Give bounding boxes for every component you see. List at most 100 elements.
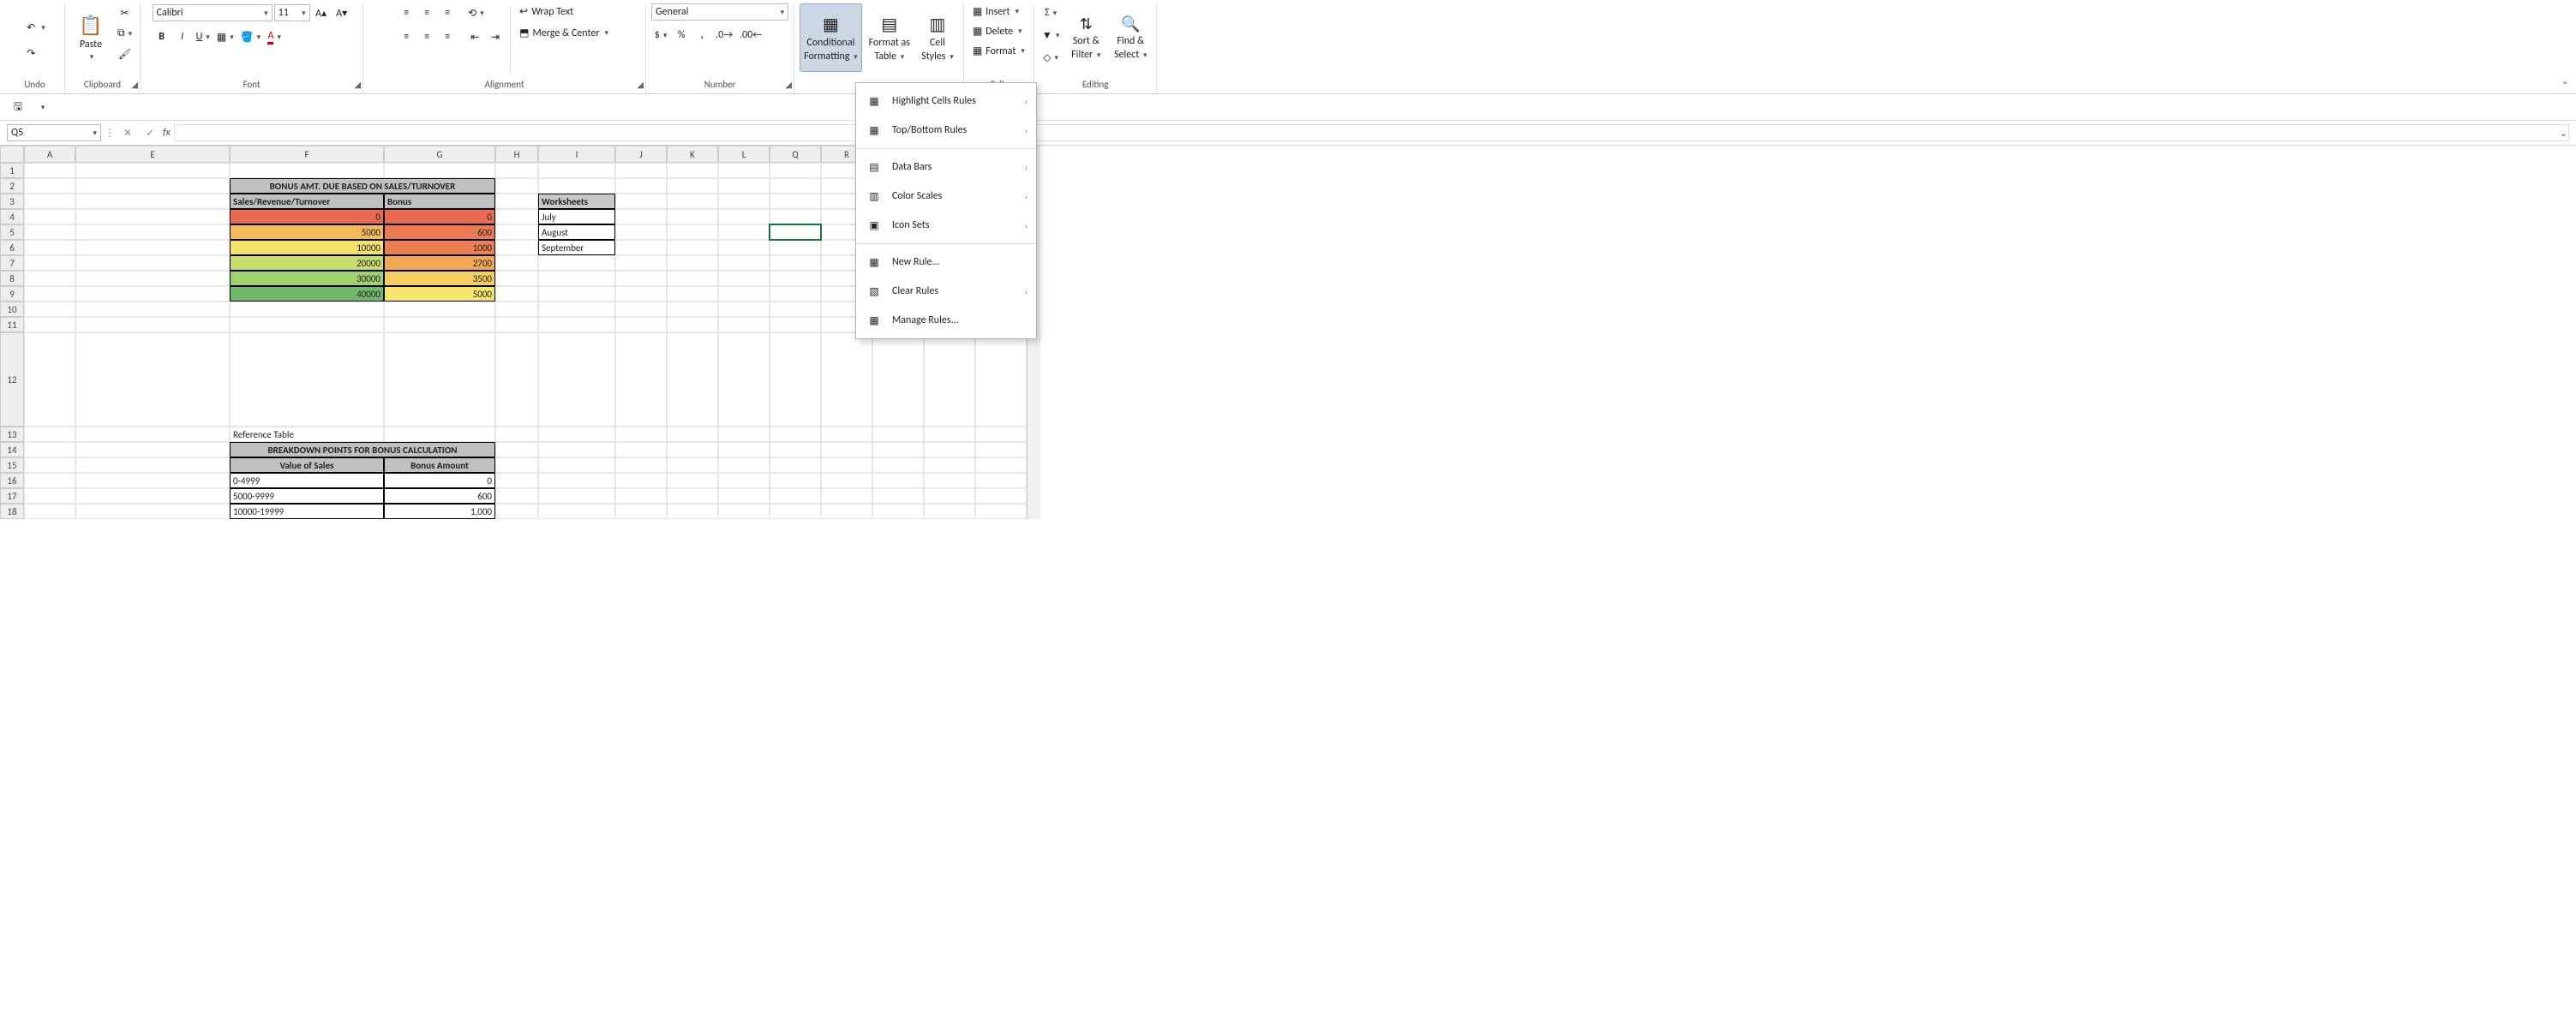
cell[interactable]: [75, 332, 230, 427]
number-format-select[interactable]: General▾: [651, 3, 788, 21]
increase-indent-button[interactable]: ⇥: [486, 27, 505, 46]
cell[interactable]: [615, 271, 667, 286]
cell[interactable]: [667, 473, 718, 488]
increase-decimal-button[interactable]: .0→: [713, 26, 735, 45]
cell[interactable]: [75, 286, 230, 302]
cell[interactable]: [24, 317, 75, 332]
cell[interactable]: [230, 302, 384, 317]
cell[interactable]: [770, 504, 821, 519]
row-header[interactable]: 7: [0, 255, 24, 271]
cell[interactable]: [770, 302, 821, 317]
cell-styles-button[interactable]: ▥ Cell Styles ▾: [917, 3, 958, 72]
cell[interactable]: [667, 178, 718, 194]
enter-formula-button[interactable]: ✓: [141, 123, 159, 142]
cell[interactable]: [384, 302, 495, 317]
cell[interactable]: [538, 427, 615, 442]
row-header[interactable]: 14: [0, 442, 24, 457]
cell[interactable]: 5000: [384, 286, 495, 302]
cell[interactable]: 0: [230, 209, 384, 224]
cell[interactable]: [718, 194, 770, 209]
cell[interactable]: [75, 488, 230, 504]
cell[interactable]: 5000-9999: [230, 488, 384, 504]
cell[interactable]: [75, 240, 230, 255]
qat-customize-button[interactable]: ▾: [33, 98, 51, 116]
cell[interactable]: [24, 209, 75, 224]
cell[interactable]: [924, 427, 975, 442]
cell[interactable]: [667, 488, 718, 504]
cell[interactable]: Bonus Amount: [384, 457, 495, 473]
cell[interactable]: [615, 163, 667, 178]
row-header[interactable]: 17: [0, 488, 24, 504]
cell[interactable]: [75, 317, 230, 332]
cell[interactable]: [538, 286, 615, 302]
fx-icon[interactable]: fx: [163, 127, 171, 139]
cell[interactable]: [24, 442, 75, 457]
select-all-corner[interactable]: [0, 146, 24, 163]
cell[interactable]: [495, 163, 538, 178]
cell[interactable]: [821, 427, 872, 442]
cell[interactable]: [75, 302, 230, 317]
format-painter-button[interactable]: 🖌: [115, 45, 135, 63]
cell[interactable]: [821, 332, 872, 427]
cell[interactable]: [75, 504, 230, 519]
align-center-button[interactable]: ≡: [417, 27, 436, 46]
cell[interactable]: [538, 488, 615, 504]
cell[interactable]: [975, 427, 1027, 442]
cell[interactable]: [538, 473, 615, 488]
cell[interactable]: [615, 194, 667, 209]
name-box[interactable]: Q5▾: [7, 124, 101, 141]
row-header[interactable]: 10: [0, 302, 24, 317]
cell[interactable]: [75, 255, 230, 271]
cell[interactable]: [770, 332, 821, 427]
cell[interactable]: BONUS AMT. DUE BASED ON SALES/TURNOVER: [230, 178, 495, 194]
insert-button[interactable]: ▦Insert▾: [969, 3, 1022, 20]
cell[interactable]: [538, 442, 615, 457]
autosum-button[interactable]: Σ▾: [1039, 3, 1062, 22]
cell[interactable]: [615, 442, 667, 457]
cell[interactable]: [718, 178, 770, 194]
cell[interactable]: [615, 240, 667, 255]
save-button[interactable]: 🖫: [9, 98, 27, 116]
cell[interactable]: [770, 286, 821, 302]
cell[interactable]: [718, 332, 770, 427]
cell[interactable]: [924, 332, 975, 427]
cell[interactable]: [615, 488, 667, 504]
cell[interactable]: [24, 332, 75, 427]
cell[interactable]: [821, 504, 872, 519]
cell[interactable]: [615, 504, 667, 519]
cell[interactable]: [495, 240, 538, 255]
cell[interactable]: [667, 442, 718, 457]
column-header[interactable]: F: [230, 146, 384, 163]
font-color-button[interactable]: A▾: [265, 27, 284, 46]
cf-color-scales[interactable]: ▥Color Scales›: [856, 182, 1036, 211]
cell[interactable]: [872, 473, 924, 488]
alignment-dialog-launcher[interactable]: ◢: [637, 79, 644, 90]
formula-input[interactable]: [174, 124, 2569, 141]
cell[interactable]: [872, 488, 924, 504]
column-header[interactable]: J: [615, 146, 667, 163]
row-header[interactable]: 18: [0, 504, 24, 519]
cell[interactable]: [75, 271, 230, 286]
cell[interactable]: [667, 194, 718, 209]
cell[interactable]: [667, 224, 718, 240]
cell[interactable]: [75, 457, 230, 473]
cell[interactable]: [718, 302, 770, 317]
comma-button[interactable]: ,: [692, 26, 711, 45]
cell[interactable]: [495, 224, 538, 240]
cell[interactable]: [821, 457, 872, 473]
cell[interactable]: [24, 302, 75, 317]
cell[interactable]: 0: [384, 209, 495, 224]
cf-top-bottom-rules[interactable]: ▦Top/Bottom Rules›: [856, 116, 1036, 145]
cell[interactable]: [24, 194, 75, 209]
cell[interactable]: [770, 442, 821, 457]
cell[interactable]: [718, 427, 770, 442]
merge-center-button[interactable]: ⬒Merge & Center▾: [516, 25, 612, 41]
cell[interactable]: [770, 473, 821, 488]
number-dialog-launcher[interactable]: ◢: [785, 79, 792, 90]
borders-button[interactable]: ▦▾: [214, 27, 237, 46]
cell[interactable]: [821, 488, 872, 504]
cell[interactable]: [75, 209, 230, 224]
cf-data-bars[interactable]: ▤Data Bars›: [856, 152, 1036, 182]
row-header[interactable]: 5: [0, 224, 24, 240]
column-header[interactable]: K: [667, 146, 718, 163]
